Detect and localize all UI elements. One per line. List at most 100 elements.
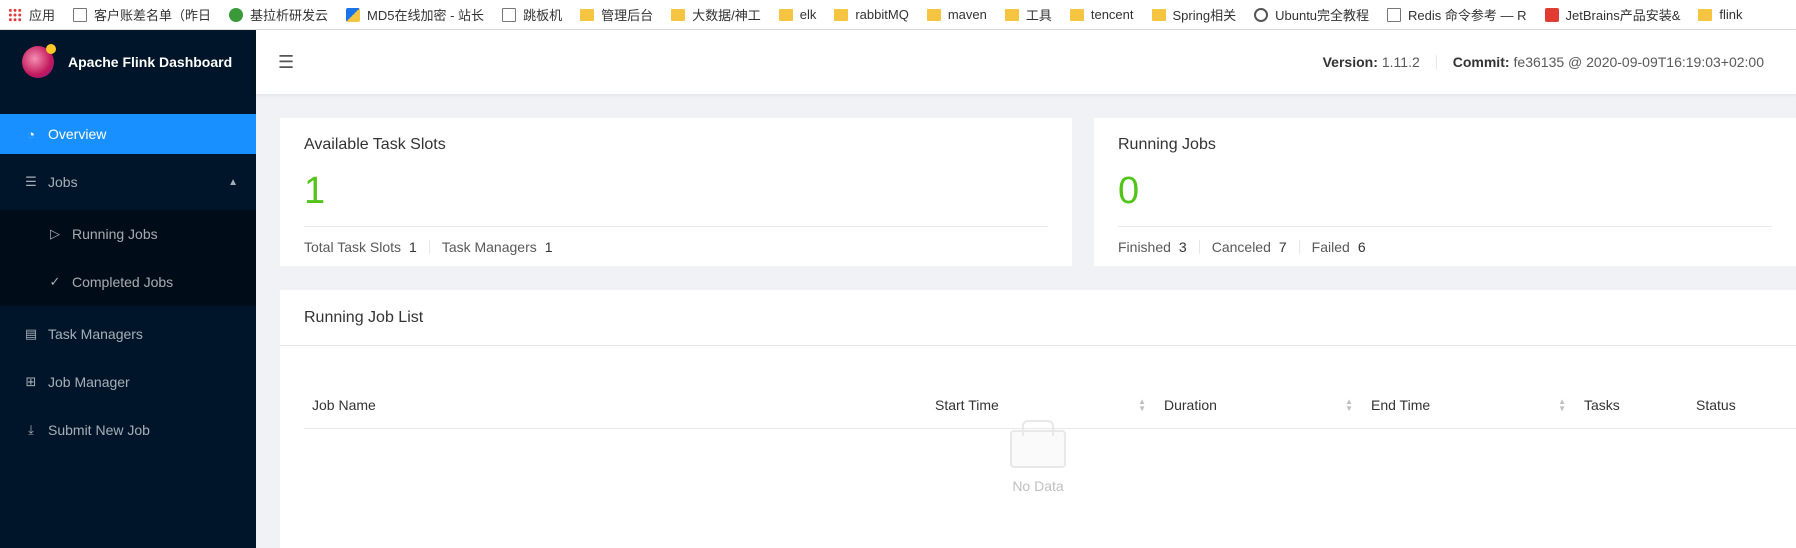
bookmark-item[interactable]: JetBrains产品安装& (1544, 5, 1681, 24)
column-status[interactable]: Status (1688, 381, 1788, 429)
folder-icon (1069, 8, 1084, 21)
bookmark-item[interactable]: rabbitMQ (834, 7, 909, 22)
bookmark-item[interactable]: 跳板机 (502, 5, 562, 24)
sidebar-item-task-managers[interactable]: ▤ Task Managers (0, 314, 256, 354)
bookmark-label: 基拉析研发云 (250, 8, 329, 23)
column-job-name[interactable]: Job Name (304, 381, 927, 429)
logo[interactable]: Apache Flink Dashboard (0, 30, 256, 94)
page-icon (1387, 7, 1402, 22)
list-icon: ☰ (25, 174, 37, 189)
running-jobs-value: 0 (1118, 170, 1140, 212)
bookmark-item[interactable]: 大数据/神工 (671, 5, 761, 24)
column-end-time[interactable]: End Time ▲ ▼ (1363, 381, 1576, 429)
finished-value: 3 (1178, 238, 1187, 255)
sidebar-item-label: Overview (48, 126, 107, 142)
bookmark-label: 跳板机 (523, 8, 563, 23)
inbox-icon (1010, 420, 1066, 468)
bookmark-item[interactable]: Redis 命令参考 — R (1387, 5, 1527, 24)
card-title: Running Jobs (1118, 136, 1216, 153)
bookmark-label: Ubuntu完全教程 (1275, 8, 1370, 23)
folder-icon (834, 8, 849, 21)
apps-grid-icon (8, 7, 22, 22)
bookmark-item[interactable]: tencent (1069, 7, 1134, 22)
bookmark-label: JetBrains产品安装& (1565, 8, 1681, 23)
bookmarks-bar: 应用 客户账差名单（昨日 基拉析研发云 MD5在线加密 - 站长 跳板机 管理后台 大数据/… (0, 0, 1796, 30)
bookmark-item[interactable]: 应用 (8, 5, 55, 24)
sidebar-item-submit-new-job[interactable]: ⤓ Submit New Job (0, 410, 256, 450)
card-title: Available Task Slots (304, 136, 446, 153)
bookmark-item[interactable]: MD5在线加密 - 站长 (346, 5, 484, 24)
version-info: Version: 1.11.2 Commit: fe36135 @ 2020-0… (1323, 54, 1764, 70)
sidebar-item-label: Completed Jobs (72, 274, 174, 290)
canceled-value: 7 (1278, 238, 1287, 255)
failed-label: Failed (1311, 238, 1350, 255)
task-slots-card: Available Task Slots 1 Total Task Slots … (280, 118, 1072, 266)
sidebar-menu: ◔ Overview ☰ Jobs ▲ ▷ Running Jobs ✓ Com… (0, 114, 256, 450)
empty-state: No Data (280, 420, 1796, 494)
column-label: End Time (1371, 396, 1431, 413)
sort-icon[interactable]: ▲ ▼ (1345, 397, 1353, 412)
play-circle-icon: ▷ (50, 226, 60, 241)
sidebar-item-running-jobs[interactable]: ▷ Running Jobs (0, 210, 256, 258)
md5-icon (346, 7, 361, 22)
menu-fold-icon[interactable]: ☰ (278, 52, 298, 73)
top-header: ☰ Version: 1.11.2 Commit: fe36135 @ 2020… (256, 30, 1796, 94)
task-managers-value: 1 (544, 238, 553, 255)
canceled-label: Canceled (1211, 238, 1271, 255)
column-duration[interactable]: Duration ▲ ▼ (1156, 381, 1363, 429)
sidebar-item-label: Running Jobs (72, 226, 158, 242)
column-tasks[interactable]: Tasks (1576, 381, 1688, 429)
column-label: Start Time (935, 396, 999, 413)
sidebar-item-overview[interactable]: ◔ Overview (0, 114, 256, 154)
bookmark-item[interactable]: 工具 (1004, 5, 1052, 24)
bookmark-item[interactable]: Ubuntu完全教程 (1254, 5, 1369, 24)
bookmark-label: 工具 (1025, 8, 1052, 23)
bookmark-label: 客户账差名单（昨日 (94, 8, 212, 23)
sidebar-item-jobs[interactable]: ☰ Jobs ▲ (0, 162, 256, 202)
dashboard-icon: ◔ (27, 126, 35, 142)
sidebar-item-label: Submit New Job (48, 422, 150, 438)
commit-label: Commit: (1452, 54, 1510, 70)
bookmark-label: rabbitMQ (855, 7, 909, 22)
bookmark-label: 大数据/神工 (692, 8, 761, 23)
bookmark-label: 应用 (29, 8, 56, 23)
bookmark-item[interactable]: elk (778, 7, 816, 22)
bookmark-item[interactable]: Spring相关 (1151, 5, 1237, 24)
app-title: Apache Flink Dashboard (68, 54, 233, 70)
total-slots-label: Total Task Slots (304, 238, 402, 255)
bookmark-label: Spring相关 (1172, 8, 1237, 23)
sidebar-item-job-manager[interactable]: ⊞ Job Manager (0, 362, 256, 402)
folder-icon (1698, 8, 1713, 21)
bookmark-item[interactable]: 管理后台 (580, 5, 653, 24)
chevron-up-icon: ▲ (228, 176, 238, 188)
bookmark-label: MD5在线加密 - 站长 (367, 8, 485, 23)
sidebar-item-completed-jobs[interactable]: ✓ Completed Jobs (0, 258, 256, 306)
folder-icon (580, 8, 595, 21)
page-icon (73, 7, 88, 22)
bookmark-label: tencent (1090, 7, 1134, 22)
sort-icon[interactable]: ▲ ▼ (1138, 397, 1146, 412)
card-title: Running Job List (280, 290, 1796, 346)
bookmark-item[interactable]: flink (1698, 7, 1743, 22)
sidebar-item-label: Jobs (48, 174, 78, 190)
sort-icon[interactable]: ▲ ▼ (1558, 397, 1566, 412)
divider (1298, 239, 1300, 254)
bookmark-item[interactable]: 基拉析研发云 (229, 5, 328, 24)
bookmark-item[interactable]: 客户账差名单（昨日 (73, 5, 211, 24)
page-icon (502, 7, 517, 22)
bookmark-label: 管理后台 (601, 8, 654, 23)
jetbrains-icon (1544, 7, 1559, 22)
bookmark-label: flink (1719, 7, 1743, 22)
sidebar: Apache Flink Dashboard ◔ Overview ☰ Jobs… (0, 30, 256, 548)
bookmark-item[interactable]: maven (926, 7, 987, 22)
folder-icon (926, 8, 941, 21)
running-jobs-card: Running Jobs 0 Finished 3 Canceled 7 Fai… (1094, 118, 1796, 266)
sidebar-item-label: Job Manager (48, 374, 130, 390)
finished-label: Finished (1118, 238, 1171, 255)
task-managers-label: Task Managers (441, 238, 537, 255)
folder-icon (671, 8, 686, 21)
available-slots-value: 1 (304, 170, 326, 212)
version-value: 1.11.2 (1381, 54, 1420, 70)
empty-text: No Data (1012, 478, 1064, 494)
sidebar-item-label: Task Managers (48, 326, 143, 342)
